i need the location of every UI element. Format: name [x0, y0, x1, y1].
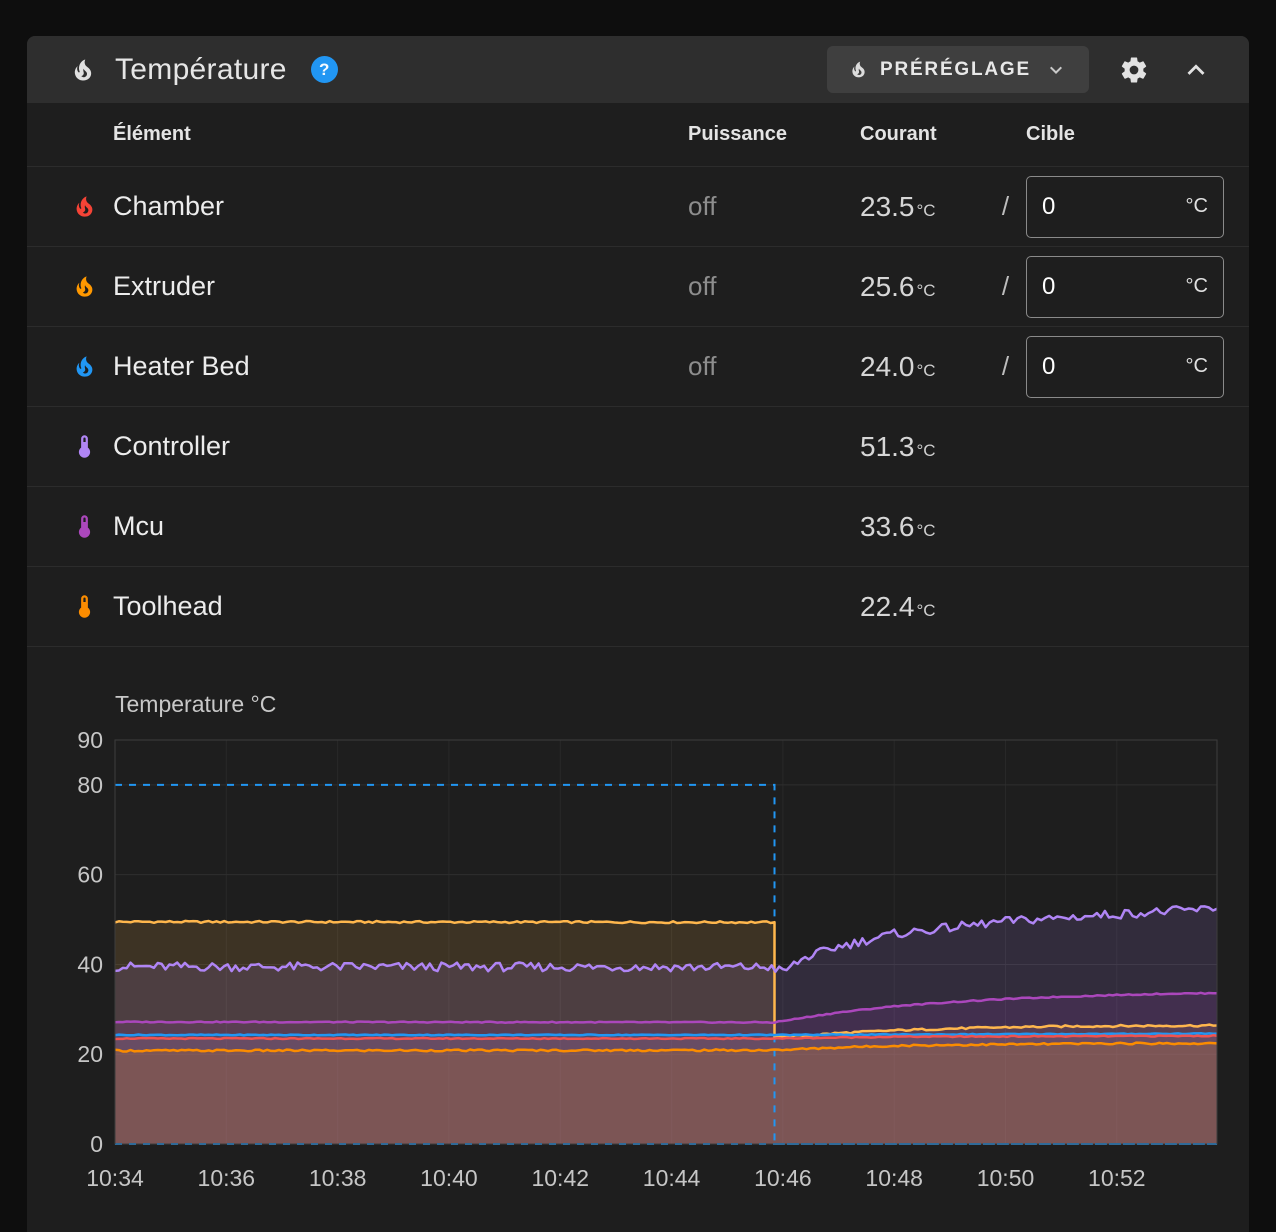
- element-name: Toolhead: [113, 591, 223, 622]
- row-mcu: Mcu 33.6°C: [27, 487, 1249, 567]
- svg-text:10:50: 10:50: [977, 1165, 1035, 1191]
- settings-gear-icon[interactable]: [1119, 55, 1149, 85]
- row-controller: Controller 51.3°C: [27, 407, 1249, 487]
- column-header-power: Puissance: [688, 123, 860, 146]
- svg-text:10:42: 10:42: [531, 1165, 589, 1191]
- svg-text:10:40: 10:40: [420, 1165, 478, 1191]
- thermometer-icon: [71, 593, 98, 620]
- current-temperature: 24.0°C: [860, 351, 985, 383]
- svg-text:0: 0: [90, 1131, 103, 1157]
- target-temp-input[interactable]: [1042, 353, 1186, 381]
- power-state: off: [688, 271, 860, 302]
- element-name: Extruder: [113, 271, 215, 302]
- preset-button[interactable]: PRÉRÉGLAGE: [827, 46, 1089, 93]
- svg-text:10:38: 10:38: [309, 1165, 367, 1191]
- svg-text:10:44: 10:44: [643, 1165, 701, 1191]
- table-header-row: Élément Puissance Courant Cible: [27, 103, 1249, 167]
- current-temperature: 25.6°C: [860, 271, 985, 303]
- target-temp-field[interactable]: °C: [1026, 336, 1224, 398]
- panel-header: Température ? PRÉRÉGLAGE: [27, 36, 1249, 103]
- page-background: Température ? PRÉRÉGLAGE Élément Puissan…: [0, 0, 1276, 1232]
- help-icon[interactable]: ?: [311, 56, 338, 83]
- temperature-table: Élément Puissance Courant Cible Chamber …: [27, 103, 1249, 647]
- element-name: Mcu: [113, 511, 164, 542]
- svg-text:10:36: 10:36: [198, 1165, 256, 1191]
- svg-text:10:48: 10:48: [865, 1165, 923, 1191]
- flame-icon: [71, 193, 98, 220]
- svg-text:10:34: 10:34: [86, 1165, 144, 1191]
- current-temperature: 22.4°C: [860, 591, 985, 623]
- target-unit-label: °C: [1186, 195, 1208, 218]
- svg-text:90: 90: [77, 727, 103, 753]
- svg-text:80: 80: [77, 772, 103, 798]
- element-name: Chamber: [113, 191, 224, 222]
- panel-title: Température: [115, 53, 287, 87]
- power-state: off: [688, 351, 860, 382]
- chart-title: Temperature °C: [115, 691, 1249, 718]
- element-name: Heater Bed: [113, 351, 250, 382]
- svg-text:60: 60: [77, 862, 103, 888]
- svg-text:20: 20: [77, 1041, 103, 1067]
- power-state: off: [688, 191, 860, 222]
- current-temperature: 33.6°C: [860, 511, 985, 543]
- temperature-panel: Température ? PRÉRÉGLAGE Élément Puissan…: [27, 36, 1249, 1232]
- row-toolhead: Toolhead 22.4°C: [27, 567, 1249, 647]
- collapse-chevron-icon[interactable]: [1179, 53, 1213, 87]
- fire-icon: [69, 56, 97, 84]
- svg-text:40: 40: [77, 951, 103, 977]
- target-temp-field[interactable]: °C: [1026, 176, 1224, 238]
- row-extruder: Extruder off 25.6°C / °C: [27, 247, 1249, 327]
- svg-text:10:46: 10:46: [754, 1165, 812, 1191]
- slash-separator: /: [985, 351, 1026, 382]
- target-temp-input[interactable]: [1042, 273, 1186, 301]
- current-temperature: 51.3°C: [860, 431, 985, 463]
- flame-icon: [71, 273, 98, 300]
- chevron-down-icon: [1044, 58, 1068, 82]
- row-chamber: Chamber off 23.5°C / °C: [27, 167, 1249, 247]
- target-temp-field[interactable]: °C: [1026, 256, 1224, 318]
- element-name: Controller: [113, 431, 230, 462]
- target-unit-label: °C: [1186, 275, 1208, 298]
- svg-text:10:52: 10:52: [1088, 1165, 1146, 1191]
- row-heater-bed: Heater Bed off 24.0°C / °C: [27, 327, 1249, 407]
- slash-separator: /: [985, 191, 1026, 222]
- thermometer-icon: [71, 513, 98, 540]
- current-temperature: 23.5°C: [860, 191, 985, 223]
- flame-icon: [71, 353, 98, 380]
- temperature-chart[interactable]: 10:34 10:36 10:38 10:40 10:42 10:44 10:46 10:48…: [27, 726, 1249, 1196]
- column-header-element: Élément: [71, 123, 688, 146]
- thermometer-icon: [71, 433, 98, 460]
- column-header-target: Cible: [1026, 123, 1224, 146]
- fire-icon: [848, 59, 869, 80]
- target-unit-label: °C: [1186, 355, 1208, 378]
- slash-separator: /: [985, 271, 1026, 302]
- column-header-current: Courant: [860, 123, 985, 146]
- chart-section: Temperature °C 10:34 10:36 10:38 10:40 10:42…: [27, 647, 1249, 1196]
- target-temp-input[interactable]: [1042, 193, 1186, 221]
- preset-button-label: PRÉRÉGLAGE: [880, 59, 1031, 81]
